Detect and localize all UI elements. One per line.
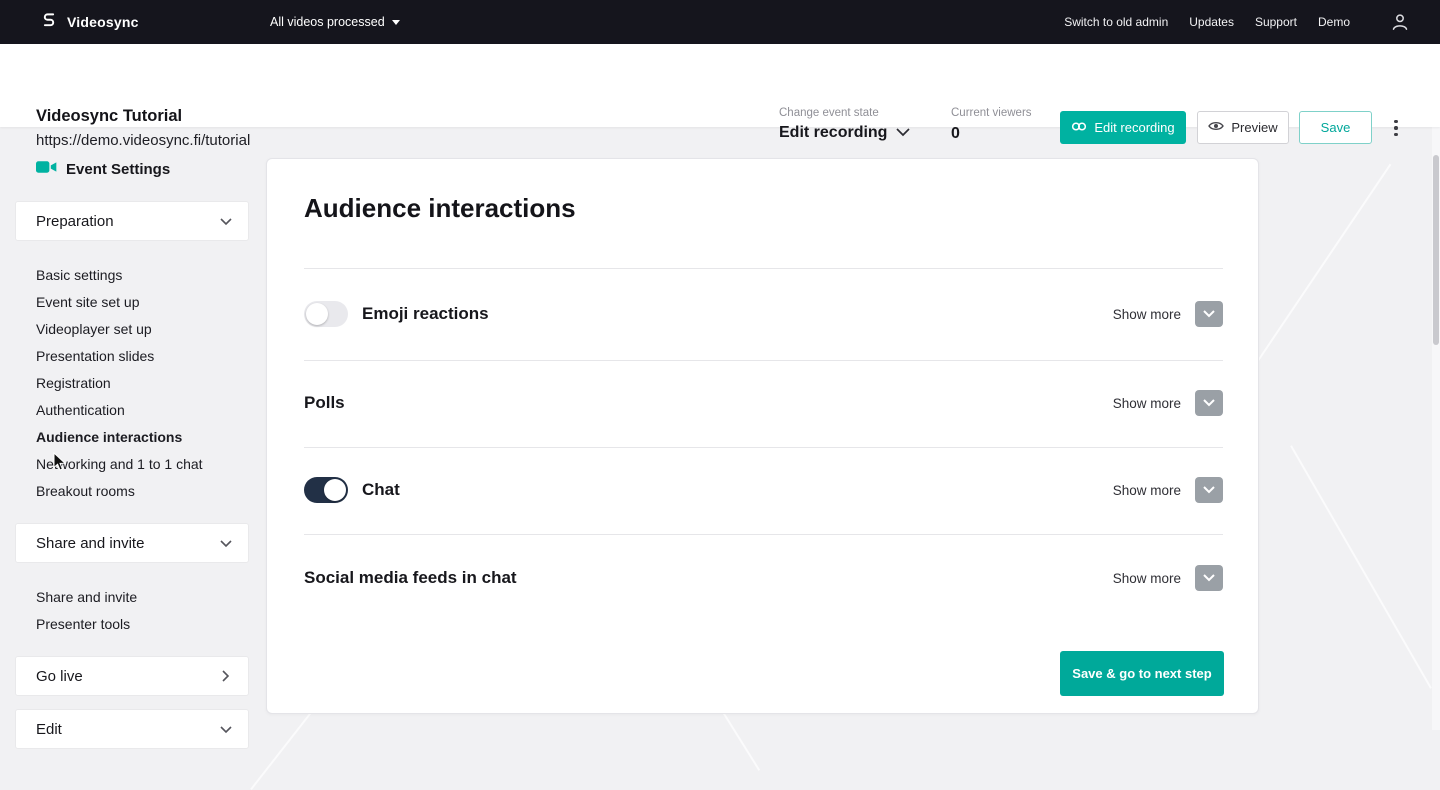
- divider: [304, 360, 1223, 361]
- save-and-next-button[interactable]: Save & go to next step: [1060, 651, 1224, 696]
- show-more-link[interactable]: Show more: [1113, 571, 1181, 586]
- sidebar-item-presenter-tools[interactable]: Presenter tools: [16, 610, 248, 637]
- top-bar: Videosync All videos processed Switch to…: [0, 0, 1440, 44]
- caret-down-icon: [392, 20, 400, 25]
- preview-button-label: Preview: [1231, 120, 1277, 135]
- event-state-label: Change event state: [779, 107, 910, 119]
- toggle-knob: [306, 303, 328, 325]
- main-area: Event Settings Preparation Basic setting…: [0, 127, 1440, 730]
- brand[interactable]: Videosync: [40, 0, 139, 44]
- page-title: Audience interactions: [304, 193, 576, 224]
- group-label: Edit: [36, 721, 62, 738]
- link-demo[interactable]: Demo: [1318, 15, 1350, 29]
- chevron-down-icon: [220, 535, 232, 552]
- save-and-next-label: Save & go to next step: [1072, 666, 1211, 681]
- preview-button[interactable]: Preview: [1197, 111, 1289, 144]
- edit-recording-button[interactable]: Edit recording: [1060, 111, 1186, 144]
- processing-status-label: All videos processed: [270, 15, 385, 29]
- setting-label: Social media feeds in chat: [304, 568, 517, 588]
- setting-label: Chat: [362, 480, 400, 500]
- sidebar-item-presentation-slides[interactable]: Presentation slides: [16, 342, 248, 369]
- audience-interactions-panel: Audience interactions Emoji reactions Sh…: [266, 158, 1259, 714]
- setting-row-social-media-feeds: Social media feeds in chat Show more: [304, 556, 1223, 600]
- link-switch-old-admin[interactable]: Switch to old admin: [1064, 15, 1168, 29]
- recording-loop-icon: [1071, 120, 1087, 135]
- sidebar-item-registration[interactable]: Registration: [16, 369, 248, 396]
- sidebar-item-basic-settings[interactable]: Basic settings: [16, 261, 248, 288]
- sidebar-group-go-live[interactable]: Go live: [16, 657, 248, 695]
- sidebar-item-videoplayer-set-up[interactable]: Videoplayer set up: [16, 315, 248, 342]
- chevron-down-icon: [220, 213, 232, 230]
- link-updates[interactable]: Updates: [1189, 15, 1234, 29]
- scrollbar-track[interactable]: [1432, 127, 1440, 730]
- emoji-reactions-toggle[interactable]: [304, 301, 348, 327]
- event-info: Videosync Tutorial https://demo.videosyn…: [36, 107, 250, 149]
- setting-row-polls: Polls Show more: [304, 381, 1223, 425]
- event-state-dropdown[interactable]: Edit recording: [779, 124, 910, 142]
- sidebar-group-share-and-invite[interactable]: Share and invite: [16, 524, 248, 562]
- scrollbar-thumb[interactable]: [1433, 155, 1439, 345]
- expand-button[interactable]: [1195, 390, 1223, 416]
- sidebar-title: Event Settings: [36, 160, 170, 178]
- current-viewers-block: Current viewers 0: [951, 107, 1032, 143]
- sidebar-item-audience-interactions[interactable]: Audience interactions: [16, 423, 248, 450]
- videosync-logo-icon: [40, 11, 58, 34]
- preparation-items: Basic settings Event site set up Videopl…: [16, 261, 248, 504]
- save-button-label: Save: [1321, 120, 1351, 135]
- show-more-link[interactable]: Show more: [1113, 396, 1181, 411]
- link-support[interactable]: Support: [1255, 15, 1297, 29]
- divider: [304, 268, 1223, 269]
- event-url[interactable]: https://demo.videosync.fi/tutorial: [36, 132, 250, 149]
- divider: [304, 534, 1223, 535]
- sidebar-group-preparation[interactable]: Preparation: [16, 202, 248, 240]
- sidebar-title-label: Event Settings: [66, 161, 170, 178]
- sidebar-item-share-and-invite[interactable]: Share and invite: [16, 583, 248, 610]
- save-button[interactable]: Save: [1299, 111, 1372, 144]
- chevron-right-icon: [222, 670, 230, 682]
- event-state-block: Change event state Edit recording: [779, 107, 910, 142]
- show-more-link[interactable]: Show more: [1113, 483, 1181, 498]
- chevron-down-icon: [220, 721, 232, 738]
- edit-recording-button-label: Edit recording: [1094, 120, 1174, 135]
- event-header: Videosync Tutorial https://demo.videosyn…: [0, 44, 1440, 127]
- group-label: Preparation: [36, 213, 114, 230]
- sidebar-group-edit[interactable]: Edit: [16, 710, 248, 748]
- sidebar-item-authentication[interactable]: Authentication: [16, 396, 248, 423]
- event-state-value: Edit recording: [779, 124, 887, 142]
- background-pattern-line: [1290, 445, 1432, 688]
- chat-toggle[interactable]: [304, 477, 348, 503]
- setting-label: Emoji reactions: [362, 304, 489, 324]
- more-options-button[interactable]: [1389, 116, 1403, 140]
- toggle-knob: [324, 479, 346, 501]
- video-camera-icon: [36, 160, 57, 178]
- expand-button[interactable]: [1195, 477, 1223, 503]
- divider: [304, 447, 1223, 448]
- current-viewers-count: 0: [951, 125, 1032, 143]
- expand-button[interactable]: [1195, 565, 1223, 591]
- chevron-down-icon: [896, 124, 910, 142]
- expand-button[interactable]: [1195, 301, 1223, 327]
- group-label: Share and invite: [36, 535, 144, 552]
- group-label: Go live: [36, 668, 83, 685]
- setting-row-chat: Chat Show more: [304, 468, 1223, 512]
- sidebar-item-networking-1to1-chat[interactable]: Networking and 1 to 1 chat: [16, 450, 248, 477]
- top-links: Switch to old admin Updates Support Demo: [1064, 0, 1350, 44]
- current-viewers-label: Current viewers: [951, 107, 1032, 119]
- user-account-icon[interactable]: [1390, 12, 1410, 32]
- sidebar-item-breakout-rooms[interactable]: Breakout rooms: [16, 477, 248, 504]
- event-title: Videosync Tutorial: [36, 107, 250, 126]
- show-more-link[interactable]: Show more: [1113, 307, 1181, 322]
- eye-icon: [1208, 120, 1224, 135]
- share-items: Share and invite Presenter tools: [16, 583, 248, 637]
- setting-label: Polls: [304, 393, 345, 413]
- setting-row-emoji-reactions: Emoji reactions Show more: [304, 292, 1223, 336]
- brand-name: Videosync: [67, 14, 139, 30]
- sidebar-item-event-site-set-up[interactable]: Event site set up: [16, 288, 248, 315]
- processing-status-dropdown[interactable]: All videos processed: [270, 0, 400, 44]
